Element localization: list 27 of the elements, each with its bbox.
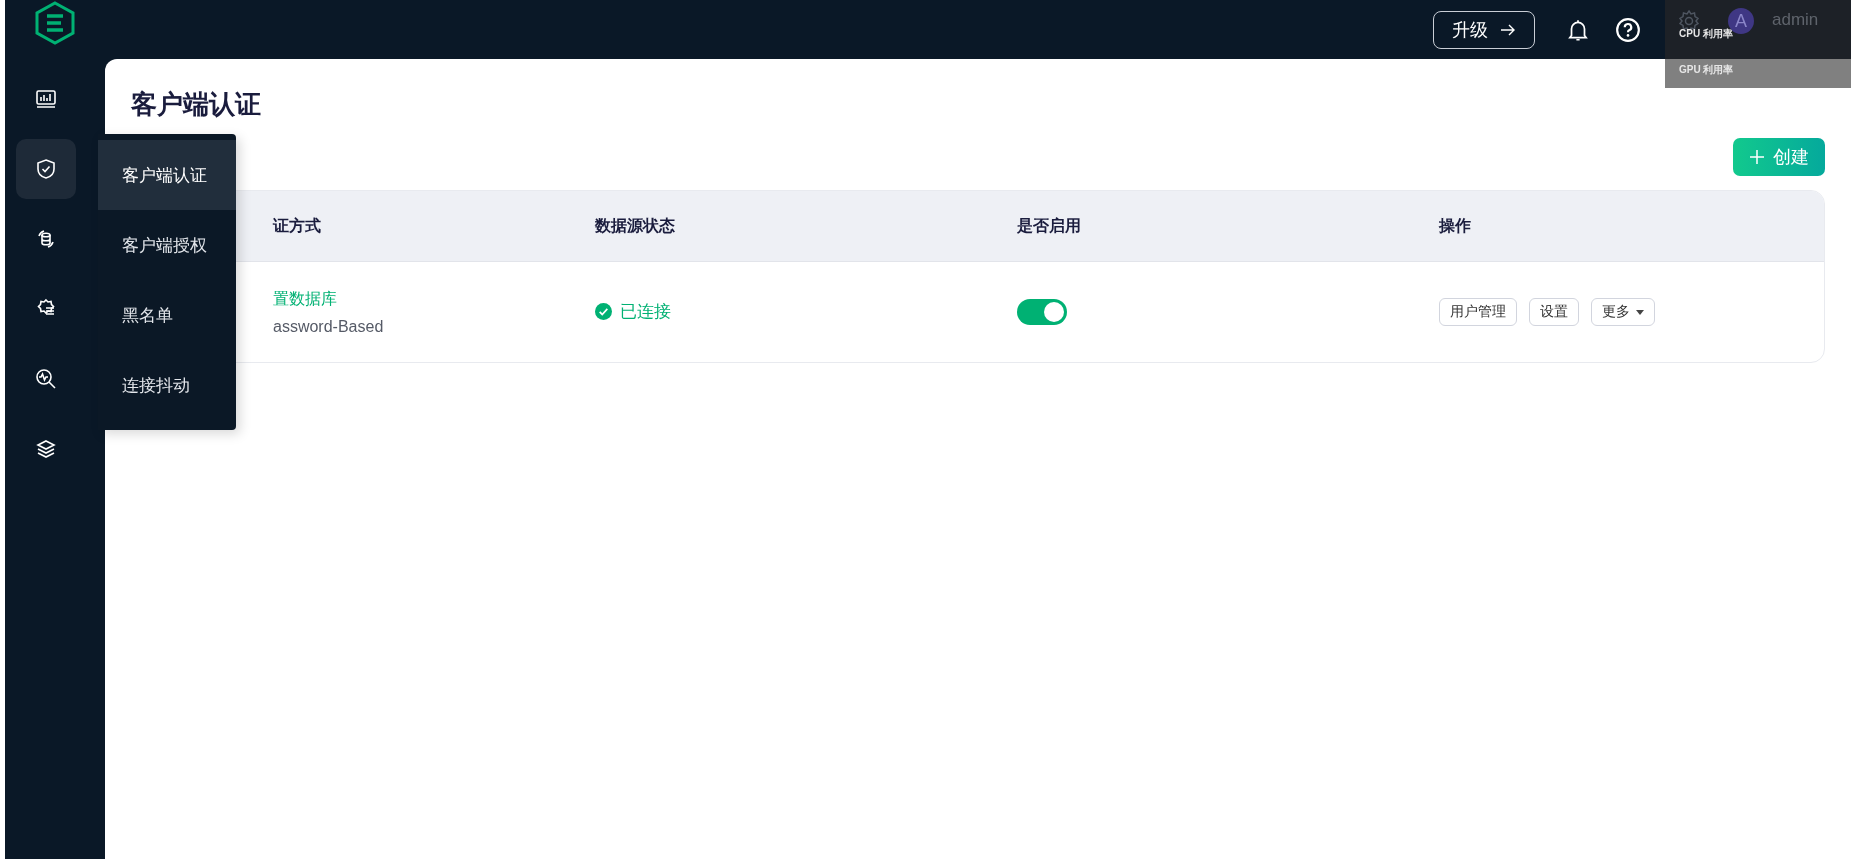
chart-monitor-icon: [34, 87, 58, 111]
caret-icon: [1636, 309, 1644, 315]
action-button[interactable]: 用户管理: [1439, 298, 1517, 326]
metric-label: GPU 利用率: [1679, 63, 1734, 77]
arrow-right-icon: [1500, 23, 1516, 36]
action-button[interactable]: 设置: [1529, 298, 1579, 326]
column-header: 数据源状态: [595, 216, 675, 234]
submenu-item[interactable]: 黑名单: [98, 280, 236, 350]
enable-toggle[interactable]: [1017, 299, 1067, 325]
upgrade-button[interactable]: 升级: [1433, 10, 1535, 49]
column-header: 证方式: [273, 216, 321, 234]
more-dropdown[interactable]: 更多: [1591, 298, 1655, 326]
sidebar-item[interactable]: [16, 139, 76, 199]
mechanism-text: assword-Based: [273, 317, 385, 336]
submenu-item[interactable]: 连接抖动: [98, 350, 236, 420]
status-text: 已连接: [595, 300, 671, 323]
shield-check-icon: [34, 157, 58, 181]
plus-icon: [1749, 149, 1765, 165]
check-circle-icon: [595, 303, 612, 320]
column-header: 操作: [1439, 216, 1471, 234]
page-title: 客户端认证: [131, 88, 262, 121]
submenu-item[interactable]: 客户端授权: [98, 210, 236, 280]
help-icon[interactable]: [1615, 16, 1641, 43]
column-header: 是否启用: [1017, 216, 1081, 234]
layers-icon: [34, 437, 58, 461]
submenu-item[interactable]: 客户端认证: [98, 140, 236, 210]
search-pulse-icon: [34, 367, 58, 391]
